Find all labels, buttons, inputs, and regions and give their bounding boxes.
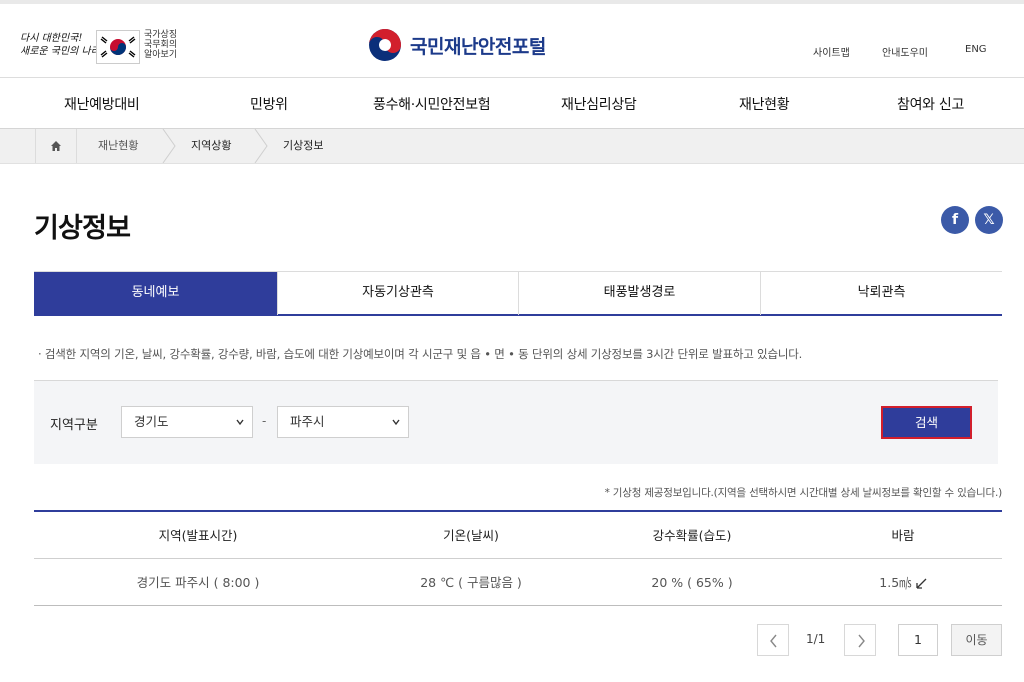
column-header-precipitation: 강수확률(습도)	[652, 528, 732, 543]
cell-precipitation: 20 % ( 65% )	[651, 575, 733, 590]
forecast-table: 지역(발표시간) 기온(날씨) 강수확률(습도) 바람 경기도 파주시 ( 8:…	[34, 510, 1002, 606]
x-share-button[interactable]: 𝕏	[975, 206, 1003, 234]
facebook-share-button[interactable]: f	[941, 206, 969, 234]
guide-link[interactable]: 안내도우미	[882, 44, 928, 59]
go-page-button[interactable]: 이동	[951, 624, 1002, 656]
page-indicator: 1/1	[806, 632, 826, 646]
chevron-down-icon	[236, 419, 244, 426]
kma-source-note: * 기상청 제공정보입니다.(지역을 선택하시면 시간대별 상세 날씨정보를 확…	[604, 487, 1003, 499]
nav-civil-defense[interactable]: 민방위	[250, 94, 288, 114]
top-header: 다시 대한민국! 새로운 국민의 나라 국가상징 국무회의 알아보기 국민재난안…	[0, 0, 1024, 78]
nav-disaster-prevention[interactable]: 재난예방대비	[64, 94, 140, 114]
nav-participation-report[interactable]: 참여와 신고	[897, 94, 964, 114]
page-number-input[interactable]: 1	[898, 624, 938, 656]
tab-automatic-observation[interactable]: 자동기상관측	[278, 272, 519, 315]
cell-region: 경기도 파주시 ( 8:00 )	[136, 575, 260, 590]
site-logo[interactable]: 국민재난안전포털	[368, 26, 546, 64]
nav-storm-insurance[interactable]: 풍수해·시민안전보험	[373, 94, 491, 114]
column-header-region: 지역(발표시간)	[158, 528, 238, 543]
tab-neighborhood-forecast[interactable]: 동네예보	[34, 272, 278, 315]
home-icon	[51, 141, 61, 151]
wind-speed: 1.5㎧	[879, 575, 912, 590]
region-label: 지역구분	[50, 418, 98, 433]
table-row[interactable]: 경기도 파주시 ( 8:00 ) 28 ℃ ( 구름많음 ) 20 % ( 65…	[34, 559, 1002, 606]
taegukgi-emblem[interactable]	[96, 30, 140, 64]
portal-title: 국민재난안전포털	[410, 35, 546, 58]
cell-wind: 1.5㎧	[804, 559, 1002, 606]
next-page-button[interactable]	[844, 624, 876, 656]
english-link[interactable]: ENG	[965, 44, 987, 55]
breadcrumb-home[interactable]	[35, 129, 77, 163]
nav-disaster-status[interactable]: 재난현황	[739, 94, 790, 114]
breadcrumb-separator-icon	[254, 129, 268, 163]
x-icon: 𝕏	[983, 212, 995, 228]
national-symbol-link[interactable]: 국가상징 국무회의 알아보기	[144, 30, 184, 60]
breadcrumb-regional-status[interactable]: 지역상황	[191, 129, 231, 163]
slogan-line-2: 새로운 국민의 나라	[20, 46, 100, 57]
table-header-row: 지역(발표시간) 기온(날씨) 강수확률(습도) 바람	[34, 512, 1002, 559]
search-button[interactable]: 검색	[881, 406, 972, 439]
previous-page-button[interactable]	[757, 624, 789, 656]
sub-emblem-line-2: 국무회의	[144, 40, 178, 50]
wind-direction-arrow-icon	[916, 578, 927, 589]
sitemap-link[interactable]: 사이트맵	[813, 44, 850, 59]
region-search-panel: 지역구분 경기도 - 파주시 검색	[34, 380, 998, 464]
chevron-left-icon	[770, 634, 777, 648]
slogan-logo[interactable]: 다시 대한민국! 새로운 국민의 나라	[20, 30, 100, 64]
select-separator: -	[262, 414, 267, 428]
city-select[interactable]: 파주시	[277, 406, 409, 438]
chevron-right-icon	[858, 634, 865, 648]
province-select-value: 경기도	[134, 414, 169, 429]
taegukgi-icon	[97, 31, 139, 63]
forecast-description: · 검색한 지역의 기온, 날씨, 강수확률, 강수량, 바람, 습도에 대한 …	[38, 347, 803, 361]
slogan-text: 다시 대한민국! 새로운 국민의 나라	[20, 32, 100, 58]
province-select[interactable]: 경기도	[121, 406, 253, 438]
main-navigation: 재난예방대비 민방위 풍수해·시민안전보험 재난심리상담 재난현황 참여와 신고	[0, 78, 1024, 129]
page-title: 기상정보	[34, 213, 131, 244]
chevron-down-icon	[392, 419, 400, 426]
breadcrumb-disaster-status[interactable]: 재난현황	[98, 129, 138, 163]
breadcrumb-separator-icon	[162, 129, 176, 163]
column-header-temperature: 기온(날씨)	[443, 528, 499, 543]
facebook-icon: f	[951, 212, 959, 228]
slogan-line-1: 다시 대한민국!	[20, 33, 83, 44]
tab-lightning-observation[interactable]: 낙뢰관측	[761, 272, 1002, 315]
nav-disaster-counseling[interactable]: 재난심리상담	[561, 94, 637, 114]
sub-emblem-line-1: 국가상징	[144, 30, 178, 40]
city-select-value: 파주시	[290, 414, 325, 429]
cell-temperature: 28 ℃ ( 구름많음 )	[420, 575, 522, 590]
tab-typhoon-path[interactable]: 태풍발생경로	[519, 272, 761, 315]
government-emblem-icon	[369, 29, 401, 61]
weather-tabs: 동네예보 자동기상관측 태풍발생경로 낙뢰관측	[34, 271, 1002, 316]
sub-emblem-line-3: 알아보기	[144, 50, 178, 60]
column-header-wind: 바람	[891, 528, 915, 543]
breadcrumb: 재난현황 지역상황 기상정보	[0, 129, 1024, 164]
breadcrumb-weather-info[interactable]: 기상정보	[283, 129, 323, 163]
